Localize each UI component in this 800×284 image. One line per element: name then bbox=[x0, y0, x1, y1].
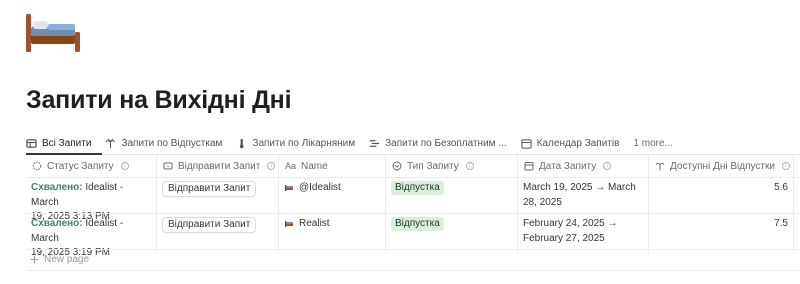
available-days-cell[interactable]: 5.6 bbox=[654, 181, 788, 196]
date-line2: February 27, 2025 bbox=[523, 232, 605, 244]
info-icon[interactable]: i bbox=[603, 162, 612, 170]
send-request-button[interactable]: Відправити Запит bbox=[162, 217, 257, 233]
date-line1: March 19, 2025 → March bbox=[523, 182, 636, 193]
plus-icon bbox=[30, 255, 39, 264]
name-text: @Idealist bbox=[299, 182, 341, 193]
thermometer-icon bbox=[240, 138, 244, 148]
info-icon[interactable]: i bbox=[465, 162, 474, 170]
tab-vacation-requests[interactable]: Запити по Відпусткам bbox=[105, 138, 222, 149]
info-icon[interactable]: i bbox=[781, 162, 790, 170]
send-request-button[interactable]: Відправити Запит bbox=[162, 181, 257, 197]
bed-icon bbox=[285, 221, 293, 228]
bed-icon bbox=[285, 185, 293, 192]
row-divider bbox=[26, 249, 800, 250]
column-header-send-request[interactable]: Відправити Запит i bbox=[157, 155, 279, 177]
new-page-button[interactable]: New page bbox=[30, 254, 89, 265]
palm-tree-icon bbox=[106, 137, 116, 148]
column-header-request-type[interactable]: Тип Запиту i bbox=[386, 155, 518, 177]
tab-label: Запити по Відпусткам bbox=[121, 137, 223, 149]
row-divider bbox=[26, 213, 800, 214]
view-tabs: Всі Запити Запити по Відпусткам Запити п… bbox=[26, 133, 687, 153]
tab-unpaid-requests[interactable]: Запити по Безоплатним ... bbox=[369, 138, 507, 149]
date-cell[interactable]: February 24, 2025 → February 27, 2025 bbox=[523, 217, 645, 246]
type-cell[interactable]: Відпустка bbox=[391, 181, 444, 196]
date-cell[interactable]: March 19, 2025 → March 28, 2025 bbox=[523, 181, 645, 210]
status-icon bbox=[32, 161, 42, 171]
column-label: Доступні Дні Відпустки bbox=[670, 160, 775, 172]
name-cell[interactable]: @Idealist bbox=[284, 181, 341, 196]
column-label: Статус Запиту bbox=[47, 160, 114, 172]
send-request-cell: Відправити Запит bbox=[162, 181, 257, 197]
column-label: Відправити Запит bbox=[178, 160, 261, 172]
palm-tree-icon bbox=[655, 163, 665, 171]
tab-all-requests[interactable]: Всі Запити bbox=[26, 138, 91, 149]
info-icon[interactable]: i bbox=[120, 162, 129, 170]
column-header-name[interactable]: Aa Name bbox=[279, 155, 386, 177]
header-divider bbox=[26, 177, 800, 178]
column-divider bbox=[793, 177, 794, 253]
tab-label: Запити по Безоплатним ... bbox=[385, 137, 507, 149]
status-approved-label: Схвалено: bbox=[31, 182, 83, 193]
column-divider bbox=[278, 177, 279, 253]
new-page-divider bbox=[26, 270, 800, 271]
date-line1: February 24, 2025 → bbox=[523, 218, 618, 229]
calendar-icon bbox=[524, 162, 534, 171]
tab-requests-calendar[interactable]: Календар Запитів bbox=[521, 137, 620, 149]
name-text: Realist bbox=[299, 218, 330, 229]
tab-label: Календар Запитів bbox=[536, 137, 620, 149]
send-request-cell: Відправити Запит bbox=[162, 217, 257, 233]
text-aa-icon: Aa bbox=[285, 161, 297, 171]
status-approved-label: Схвалено: bbox=[31, 218, 83, 229]
calendar-icon bbox=[521, 138, 532, 149]
date-line2: 28, 2025 bbox=[523, 196, 562, 208]
table-icon bbox=[26, 138, 37, 148]
page-title: Запити на Вихідні Дні bbox=[26, 86, 292, 114]
tab-sick-leave-requests[interactable]: Запити по Лікарняним bbox=[236, 138, 355, 149]
info-icon[interactable]: i bbox=[267, 162, 276, 170]
column-divider bbox=[517, 177, 518, 253]
type-cell[interactable]: Відпустка bbox=[391, 217, 444, 232]
column-header-status[interactable]: Статус Запиту i bbox=[26, 155, 157, 177]
name-cell[interactable]: Realist bbox=[284, 217, 330, 232]
button-icon bbox=[163, 162, 173, 170]
more-views-button[interactable]: 1 more... bbox=[633, 138, 672, 149]
available-days-cell[interactable]: 7.5 bbox=[654, 217, 788, 232]
bed-icon[interactable] bbox=[24, 10, 84, 56]
column-header-available-days[interactable]: Доступні Дні Відпустки i bbox=[649, 155, 794, 177]
type-tag: Відпустка bbox=[391, 181, 444, 195]
tab-label: Всі Запити bbox=[42, 137, 92, 149]
list-icon bbox=[370, 139, 380, 147]
column-divider bbox=[385, 177, 386, 253]
column-label: Дата Запиту bbox=[539, 160, 597, 172]
select-icon bbox=[392, 161, 402, 171]
type-tag: Відпустка bbox=[391, 217, 444, 231]
column-divider bbox=[156, 177, 157, 253]
new-page-label: New page bbox=[44, 254, 90, 265]
column-header-request-date[interactable]: Дата Запиту i bbox=[518, 155, 649, 177]
column-label: Тип Запиту bbox=[407, 160, 459, 172]
column-label: Name bbox=[301, 160, 328, 172]
column-divider bbox=[648, 177, 649, 253]
tab-label: Запити по Лікарняним bbox=[252, 137, 356, 149]
